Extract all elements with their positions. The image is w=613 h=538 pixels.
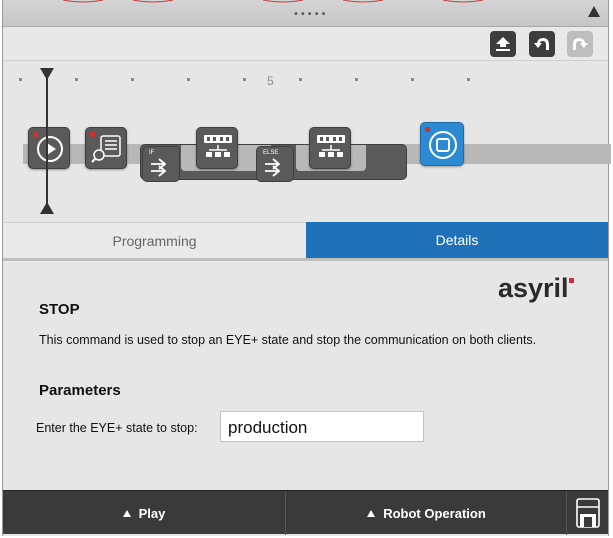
hierarchy-icon [317,135,345,157]
urcap-panel: ••••• 5 IF ELSE Programming Details asyr… [2,0,611,536]
timeline-tick [299,78,302,81]
cursor-bottom-handle-icon[interactable] [40,202,54,214]
timeline-block-group-2[interactable] [309,127,351,169]
details-panel: asyril STOP This command is used to stop… [3,261,608,489]
timeline-tick [19,78,22,81]
hierarchy-icon [204,135,232,157]
robot-operation-label: Robot Operation [383,505,486,521]
timeline-block-else[interactable]: ELSE [256,146,294,182]
timeline-tick [355,78,358,81]
timeline-toolbar [3,27,608,61]
search-list-icon [91,135,121,163]
upload-icon [496,37,510,51]
asyril-logo: asyril [498,273,569,303]
timeline-step-number: 5 [267,74,274,88]
timeline-tick [131,78,134,81]
command-title: STOP [39,301,80,318]
upload-button[interactable] [490,31,516,57]
save-icon [576,498,600,528]
play-button[interactable]: Play [3,491,285,535]
play-label: Play [138,505,166,521]
undo-button[interactable] [529,31,555,57]
command-description: This command is used to stop an EYE+ sta… [39,333,537,347]
top-decoration [62,0,484,3]
cursor-top-handle-icon[interactable] [40,68,54,80]
timeline-block-if[interactable]: IF [142,146,180,182]
if-label: IF [149,150,155,156]
logo-accent-dot [569,278,574,283]
panel-handle-bar[interactable]: ••••• [3,0,608,27]
undo-icon [534,38,549,50]
timeline-cursor[interactable] [46,74,48,212]
timeline-block-vision[interactable] [85,127,127,169]
expand-up-icon [367,509,376,517]
timeline-tick [411,78,414,81]
redo-icon [573,38,588,50]
state-input[interactable] [220,411,424,442]
panel-tabs: Programming Details [3,222,608,261]
timeline-block-start[interactable] [28,127,70,169]
state-field-label: Enter the EYE+ state to stop: [36,421,198,435]
redo-button[interactable] [567,31,593,57]
robot-operation-button[interactable]: Robot Operation [286,491,567,535]
save-button[interactable] [567,491,608,535]
timeline-tick [243,78,246,81]
timeline-block-group-1[interactable] [196,127,238,169]
parameters-heading: Parameters [39,382,121,399]
tab-programming[interactable]: Programming [3,222,306,258]
stop-icon [429,131,457,159]
bottom-bar: Play Robot Operation [3,490,608,535]
drag-grip-icon[interactable]: ••••• [293,10,328,20]
else-label: ELSE [263,150,279,156]
expand-up-icon [122,509,131,517]
tab-details[interactable]: Details [306,222,608,258]
timeline-tick [187,78,190,81]
timeline-tick [75,78,78,81]
program-timeline[interactable]: 5 IF ELSE [3,62,611,220]
timeline-tick [467,78,470,81]
timeline-block-stop[interactable] [420,122,464,166]
collapse-arrow-icon[interactable] [588,6,600,17]
play-icon [37,136,63,162]
